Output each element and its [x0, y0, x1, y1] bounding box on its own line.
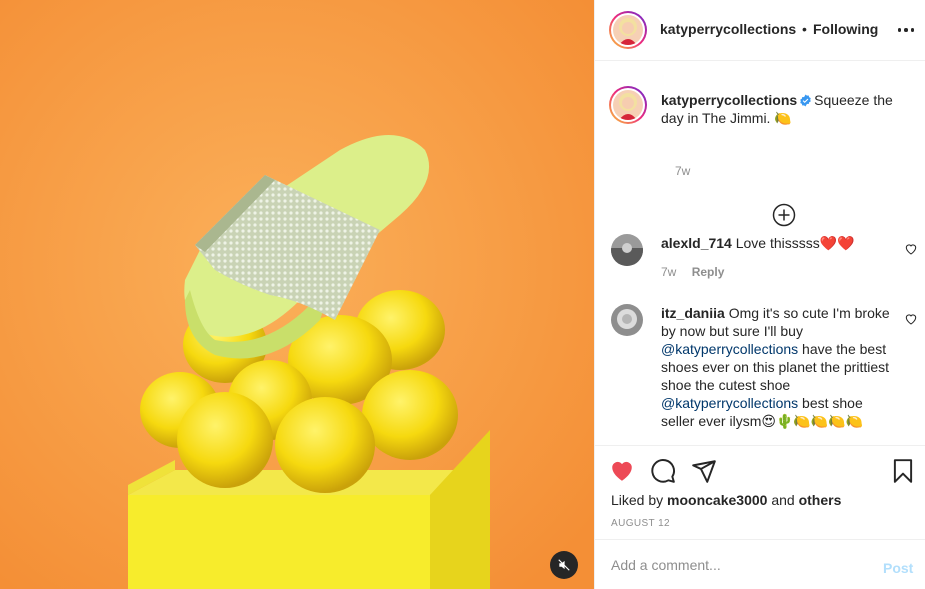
liker-username[interactable]: mooncake3000	[667, 492, 767, 508]
mute-button[interactable]	[550, 551, 578, 579]
likes-others-link[interactable]: others	[799, 492, 842, 508]
author-avatar[interactable]	[609, 11, 647, 49]
bookmark-icon[interactable]	[890, 458, 916, 484]
comment-body: Love thisssss❤️❤️	[735, 235, 855, 251]
speech-bubble-icon[interactable]	[650, 458, 676, 484]
likes-conjunction: and	[767, 492, 799, 508]
commenter-avatar[interactable]	[611, 304, 643, 336]
verified-badge-icon	[800, 94, 811, 107]
likes-summary: Liked by mooncake3000 and others	[611, 492, 841, 508]
mention-link[interactable]: @katyperrycollections	[661, 341, 798, 357]
plus-circle-icon[interactable]	[772, 203, 796, 227]
author-username[interactable]: katyperrycollections	[660, 21, 796, 37]
post-header: katyperrycollections • Following	[595, 0, 925, 61]
heart-outline-icon[interactable]	[904, 312, 918, 326]
more-options-button[interactable]	[896, 22, 916, 38]
heart-filled-icon[interactable]	[609, 458, 635, 484]
post-sidebar: katyperrycollections • Following katyper…	[594, 0, 925, 589]
caption-text: katyperrycollections Squeeze the day in T…	[661, 91, 916, 127]
paper-plane-icon[interactable]	[691, 458, 717, 484]
comment-timestamp[interactable]: 7w	[661, 265, 676, 279]
likes-prefix: Liked by	[611, 492, 668, 508]
commenter-avatar[interactable]	[611, 234, 643, 266]
post-date[interactable]: AUGUST 12	[611, 518, 670, 529]
post-actions: Liked by mooncake3000 and others AUGUST …	[595, 445, 925, 539]
comments-section[interactable]: katyperrycollections Squeeze the day in T…	[595, 62, 925, 444]
following-button[interactable]: Following	[813, 21, 878, 37]
comment-text: alexld_714 Love thisssss❤️❤️	[661, 234, 893, 252]
post-media[interactable]	[0, 0, 594, 589]
reply-button[interactable]: Reply	[692, 265, 725, 279]
separator-dot: •	[802, 21, 807, 37]
comment-text: itz_daniia Omg it's so cute I'm broke by…	[661, 304, 893, 430]
post-comment-button[interactable]: Post	[883, 560, 913, 576]
heart-outline-icon[interactable]	[904, 242, 918, 256]
add-comment-bar: Post	[595, 539, 925, 589]
comment-input[interactable]	[611, 554, 861, 576]
more-dots-icon	[897, 28, 902, 32]
mention-link[interactable]: @katyperrycollections	[661, 395, 798, 411]
commenter-username[interactable]: itz_daniia	[661, 305, 725, 321]
product-photo	[0, 0, 594, 589]
speaker-muted-icon	[558, 559, 570, 571]
commenter-username[interactable]: alexld_714	[661, 235, 732, 251]
caption-timestamp[interactable]: 7w	[675, 164, 690, 178]
comment-meta: 7w Reply	[661, 265, 724, 279]
caption-username[interactable]: katyperrycollections	[661, 92, 797, 108]
caption-avatar[interactable]	[609, 86, 647, 124]
